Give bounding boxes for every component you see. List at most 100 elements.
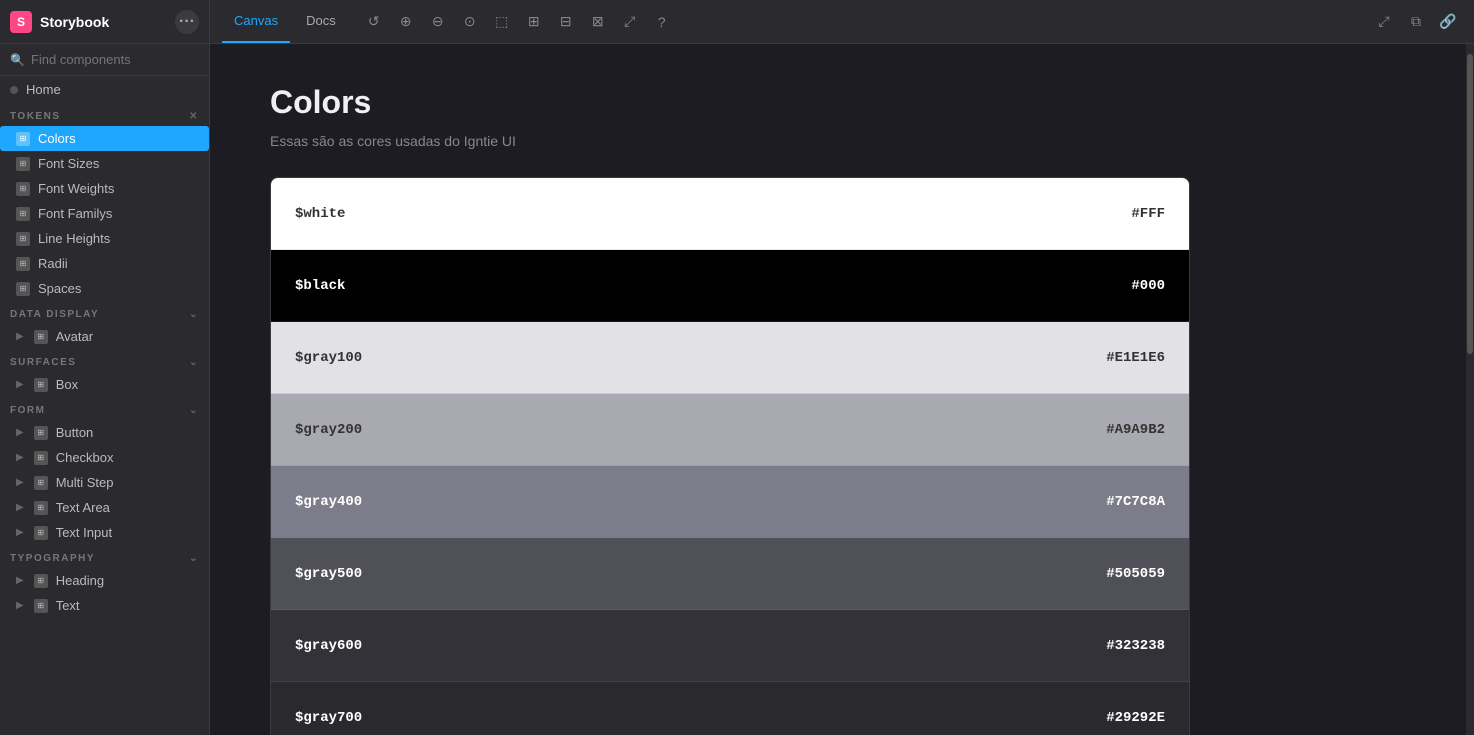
color-hex: #000 bbox=[1131, 278, 1165, 294]
nav-item-label: Button bbox=[56, 425, 94, 440]
search-input[interactable] bbox=[31, 52, 207, 67]
link-icon[interactable]: 🔗 bbox=[1434, 8, 1462, 36]
search-bar: 🔍 / bbox=[0, 44, 209, 76]
nav-item-text[interactable]: ▶ ⊞ Text bbox=[0, 593, 209, 618]
nav-item-box[interactable]: ▶ ⊞ Box bbox=[0, 372, 209, 397]
scrollbar-track[interactable] bbox=[1466, 44, 1474, 735]
expand-icon: ▶ bbox=[16, 331, 24, 342]
scrollbar-thumb[interactable] bbox=[1467, 54, 1473, 354]
nav-item-text-area[interactable]: ▶ ⊞ Text Area bbox=[0, 495, 209, 520]
nav-item-label: Text Area bbox=[56, 500, 110, 515]
color-hex: #505059 bbox=[1106, 566, 1165, 582]
section-form[interactable]: FORM ⌄ bbox=[0, 397, 209, 420]
nav-item-avatar[interactable]: ▶ ⊞ Avatar bbox=[0, 324, 209, 349]
section-data-display[interactable]: DATA DISPLAY ⌄ bbox=[0, 301, 209, 324]
tab-canvas[interactable]: Canvas bbox=[222, 0, 290, 43]
font-weights-icon: ⊞ bbox=[16, 182, 30, 196]
expand-icon[interactable]: ⤢ bbox=[1370, 8, 1398, 36]
font-familys-icon: ⊞ bbox=[16, 207, 30, 221]
expand-icon: ▶ bbox=[16, 477, 24, 488]
nav-item-font-weights[interactable]: ⊞ Font Weights bbox=[0, 176, 209, 201]
home-label: Home bbox=[26, 82, 61, 97]
color-hex: #A9A9B2 bbox=[1106, 422, 1165, 438]
nav-item-multi-step[interactable]: ▶ ⊞ Multi Step bbox=[0, 470, 209, 495]
avatar-icon: ⊞ bbox=[34, 330, 48, 344]
zoom-out-icon[interactable]: ⊖ bbox=[424, 8, 452, 36]
color-row: $white#FFF bbox=[271, 178, 1189, 250]
expand-icon: ▶ bbox=[16, 527, 24, 538]
help-icon[interactable]: ? bbox=[648, 8, 676, 36]
app-title: Storybook bbox=[40, 14, 109, 30]
multi-step-icon: ⊞ bbox=[34, 476, 48, 490]
search-icon: 🔍 bbox=[10, 53, 25, 67]
box-icon: ⊞ bbox=[34, 378, 48, 392]
section-surfaces-label: SURFACES bbox=[10, 357, 76, 368]
button-icon: ⊞ bbox=[34, 426, 48, 440]
section-typography-chevron-icon: ⌄ bbox=[189, 553, 199, 564]
fullscreen-icon[interactable]: ⤢ bbox=[616, 8, 644, 36]
layout-icon[interactable]: ⊟ bbox=[552, 8, 580, 36]
color-name: $gray100 bbox=[295, 350, 362, 366]
zoom-in-icon[interactable]: ⊕ bbox=[392, 8, 420, 36]
nav-item-button[interactable]: ▶ ⊞ Button bbox=[0, 420, 209, 445]
color-row: $gray100 #E1E1E6 bbox=[271, 322, 1189, 394]
nav-item-line-heights[interactable]: ⊞ Line Heights bbox=[0, 226, 209, 251]
heading-icon: ⊞ bbox=[34, 574, 48, 588]
nav-item-checkbox[interactable]: ▶ ⊞ Checkbox bbox=[0, 445, 209, 470]
panel-icon[interactable]: ⊠ bbox=[584, 8, 612, 36]
expand-icon: ▶ bbox=[16, 600, 24, 611]
nav-item-font-sizes[interactable]: ⊞ Font Sizes bbox=[0, 151, 209, 176]
page-subtitle: Essas são as cores usadas do Igntie UI bbox=[270, 133, 1406, 149]
section-surfaces[interactable]: SURFACES ⌄ bbox=[0, 349, 209, 372]
reload-icon[interactable]: ↺ bbox=[360, 8, 388, 36]
color-row: $black #000 bbox=[271, 250, 1189, 322]
nav-home[interactable]: Home bbox=[0, 76, 209, 103]
section-tokens-close-icon: ✕ bbox=[189, 111, 199, 122]
checkbox-icon: ⊞ bbox=[34, 451, 48, 465]
toolbar-center: Canvas Docs ↺ ⊕ ⊖ ⊙ ⬚ ⊞ ⊟ ⊠ ⤢ ? bbox=[210, 0, 1358, 43]
section-form-chevron-icon: ⌄ bbox=[189, 405, 199, 416]
nav-item-label: Font Sizes bbox=[38, 156, 99, 171]
zoom-reset-icon[interactable]: ⊙ bbox=[456, 8, 484, 36]
viewport-icon[interactable]: ⬚ bbox=[488, 8, 516, 36]
nav-item-label: Spaces bbox=[38, 281, 81, 296]
toolbar-left: S Storybook ··· bbox=[0, 0, 210, 43]
nav-item-text-input[interactable]: ▶ ⊞ Text Input bbox=[0, 520, 209, 545]
open-icon[interactable]: ⧉ bbox=[1402, 8, 1430, 36]
nav-item-font-familys[interactable]: ⊞ Font Familys bbox=[0, 201, 209, 226]
nav-item-spaces[interactable]: ⊞ Spaces bbox=[0, 276, 209, 301]
page-title: Colors bbox=[270, 84, 1406, 121]
nav-item-label: Heading bbox=[56, 573, 104, 588]
section-data-display-chevron-icon: ⌄ bbox=[189, 309, 199, 320]
nav-item-radii[interactable]: ⊞ Radii bbox=[0, 251, 209, 276]
expand-icon: ▶ bbox=[16, 427, 24, 438]
color-hex: #E1E1E6 bbox=[1106, 350, 1165, 366]
spaces-icon: ⊞ bbox=[16, 282, 30, 296]
section-form-label: FORM bbox=[10, 405, 45, 416]
color-row: $gray400#7C7C8A bbox=[271, 466, 1189, 538]
color-hex: #323238 bbox=[1106, 638, 1165, 654]
color-hex: #29292E bbox=[1106, 710, 1165, 726]
nav-item-colors[interactable]: ⊞ Colors bbox=[0, 126, 209, 151]
line-heights-icon: ⊞ bbox=[16, 232, 30, 246]
color-name: $black bbox=[295, 278, 345, 294]
color-hex: #7C7C8A bbox=[1106, 494, 1165, 510]
nav-item-label: Checkbox bbox=[56, 450, 114, 465]
section-tokens[interactable]: TOKENS ✕ bbox=[0, 103, 209, 126]
nav-item-label: Line Heights bbox=[38, 231, 110, 246]
radii-icon: ⊞ bbox=[16, 257, 30, 271]
toolbar: S Storybook ··· Canvas Docs ↺ ⊕ ⊖ ⊙ ⬚ ⊞ … bbox=[0, 0, 1474, 44]
nav-item-label: Text bbox=[56, 598, 80, 613]
nav-item-label: Colors bbox=[38, 131, 76, 146]
color-name: $gray200 bbox=[295, 422, 362, 438]
nav-item-label: Text Input bbox=[56, 525, 112, 540]
color-row: $gray500#505059 bbox=[271, 538, 1189, 610]
sidebar: 🔍 / Home TOKENS ✕ ⊞ Colors ⊞ Font Sizes bbox=[0, 44, 210, 735]
text-icon: ⊞ bbox=[34, 599, 48, 613]
section-typography[interactable]: TYPOGRAPHY ⌄ bbox=[0, 545, 209, 568]
nav-item-heading[interactable]: ▶ ⊞ Heading bbox=[0, 568, 209, 593]
toolbar-menu-button[interactable]: ··· bbox=[175, 10, 199, 34]
grid-icon[interactable]: ⊞ bbox=[520, 8, 548, 36]
color-hex: #FFF bbox=[1131, 206, 1165, 222]
tab-docs[interactable]: Docs bbox=[294, 0, 348, 43]
